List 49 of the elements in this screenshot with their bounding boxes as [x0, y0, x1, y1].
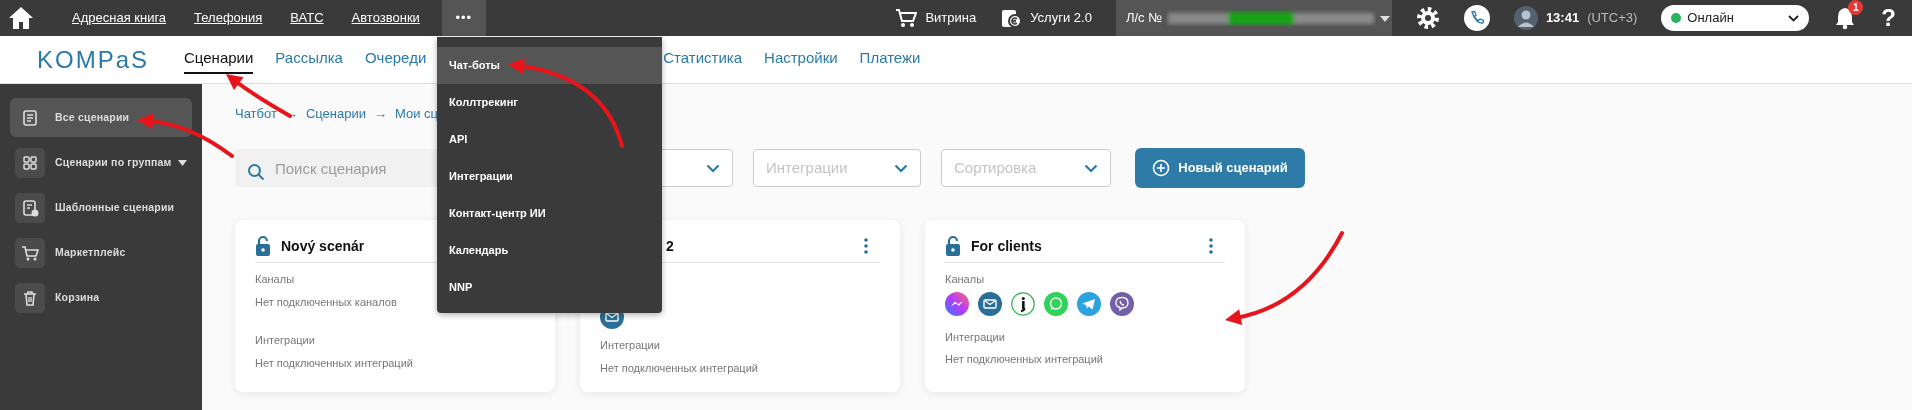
sidebar-item[interactable]: Маркетплейс [10, 233, 192, 272]
select-placeholder: Сортировка [954, 157, 1037, 178]
section-label: Интеграции [255, 333, 315, 348]
empty-note: Нет подключенных интеграций [945, 352, 1103, 367]
services-link[interactable]: Услуги 2.0 [1030, 8, 1092, 28]
account-selector[interactable]: Л/с № [1115, 0, 1392, 36]
status-select[interactable]: Онлайн [1661, 5, 1810, 31]
section-label: Каналы [255, 272, 295, 287]
section-label: Интеграции [600, 338, 660, 353]
card-title: Nový scenár [281, 236, 365, 256]
menu-item[interactable]: Коллтрекинг [437, 84, 662, 121]
breadcrumb-link[interactable]: Чатбот [235, 104, 277, 122]
nav-tab[interactable]: Сценарии [184, 45, 254, 74]
top-menu-link[interactable]: Адресная книга [58, 0, 181, 36]
nav-tab[interactable]: Очереди [364, 45, 427, 74]
top-menu-link[interactable]: Телефония [180, 0, 277, 36]
more-button[interactable]: ••• [441, 0, 486, 36]
notification-badge: 1 [1848, 0, 1864, 15]
nav-tab[interactable]: Настройки [764, 45, 838, 74]
scenario-card[interactable]: For clients Каналы Интеграции Нет подключенных интеграций [925, 220, 1245, 392]
card-title: For clients [971, 236, 1042, 256]
clock-time: 13:41 [1545, 9, 1580, 28]
showcase-link[interactable]: Витрина [925, 8, 977, 28]
status-label: Онлайн [1687, 9, 1735, 28]
section-label: Каналы [945, 272, 985, 287]
help-icon[interactable]: ? [1881, 6, 1896, 30]
sidebar-item[interactable]: Шаблонные сценарии [10, 188, 192, 227]
top-menu-link[interactable]: Автозвонки [337, 0, 434, 36]
sidebar-item[interactable]: Корзина [10, 278, 192, 317]
account-label: Л/с № [1125, 9, 1163, 28]
breadcrumb-link[interactable]: Сценарии [305, 104, 366, 122]
nav-tab[interactable]: Рассылка [275, 45, 343, 74]
new-scenario-button[interactable]: Новый сценарий [1135, 148, 1305, 188]
menu-item[interactable]: Чат-боты [437, 47, 662, 84]
empty-note: Нет подключенных интеграций [255, 355, 413, 371]
breadcrumb-separator: → [374, 105, 387, 122]
select-placeholder: Интеграции [766, 157, 848, 178]
timezone-label: (UTC+3) [1587, 9, 1638, 28]
empty-note: Нет подключенных каналов [255, 294, 397, 310]
nav-tab[interactable]: Платежи [859, 45, 921, 74]
section-label: Интеграции [945, 329, 1005, 345]
sidebar-item[interactable]: Сценарии по группам [10, 143, 192, 182]
logo: KOMPaS [37, 44, 151, 75]
empty-note: Нет подключенных интеграций [600, 360, 758, 376]
card-title: 2 [665, 236, 674, 256]
top-menu-link[interactable]: ВАТС [276, 0, 338, 36]
breadcrumb-separator: → [284, 105, 298, 122]
sidebar-item[interactable]: Все сценарии [10, 98, 192, 137]
nav-tab[interactable]: Статистика [663, 45, 743, 74]
